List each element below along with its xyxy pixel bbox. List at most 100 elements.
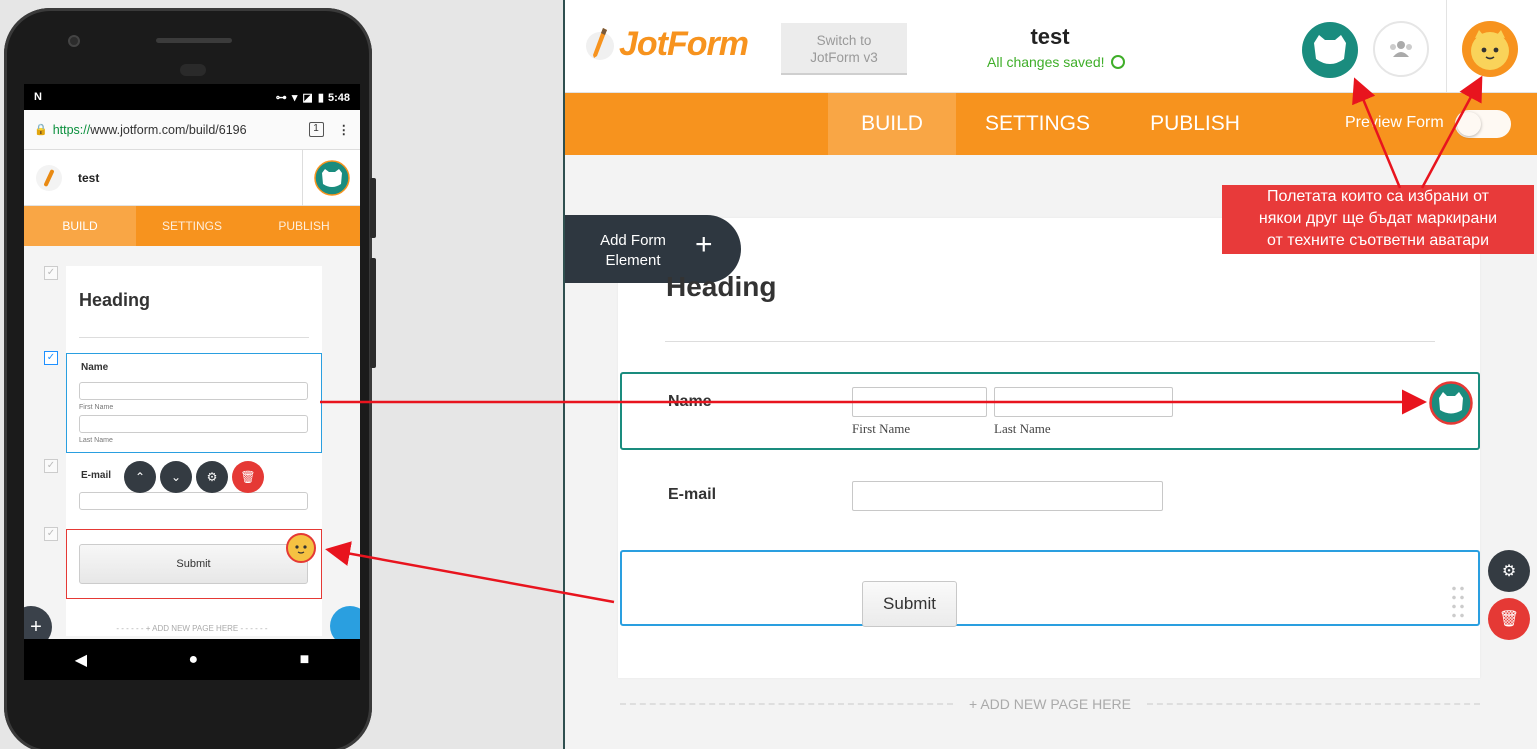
gear-icon[interactable]: ⚙: [196, 461, 228, 493]
select-checkbox[interactable]: ✓: [44, 527, 58, 541]
back-icon[interactable]: ◀: [75, 650, 87, 670]
phone-sensor: [180, 64, 206, 76]
last-name-sublabel: Last Name: [994, 421, 1051, 436]
email-input[interactable]: [79, 492, 308, 510]
users-icon-glyph: [1390, 41, 1412, 57]
mobile-heading[interactable]: Heading: [79, 290, 150, 311]
cat-avatar-icon-yellow[interactable]: [286, 533, 316, 563]
tab-publish[interactable]: PUBLISH: [1125, 93, 1265, 155]
tab-settings[interactable]: SETTINGS: [136, 206, 248, 246]
heading-divider: [79, 337, 309, 338]
preview-form-toggle[interactable]: [1455, 110, 1511, 138]
form-title[interactable]: test: [985, 24, 1115, 50]
dashed-line: [1146, 703, 1481, 705]
switch-version-button[interactable]: Switch to JotForm v3: [781, 23, 907, 75]
heading-divider: [665, 341, 1435, 342]
email-label: E-mail: [81, 470, 112, 481]
status-bar: N ⊶ ▾ ◪ ▮ 5:48: [24, 84, 360, 110]
save-status: All changes saved!: [987, 54, 1125, 70]
status-time: 5:48: [327, 91, 350, 104]
gear-icon[interactable]: ⚙: [1488, 550, 1530, 592]
browser-url-bar[interactable]: 🔒 https://www.jotform.com/build/6196 1 ⋮: [24, 110, 360, 150]
phone-speaker: [156, 38, 232, 43]
trash-icon[interactable]: 🗑: [1488, 598, 1530, 640]
users-icon[interactable]: [1373, 21, 1429, 77]
phone-power-button: [370, 178, 376, 238]
submit-field[interactable]: Submit: [620, 550, 1480, 627]
pencil-logo-icon: [586, 28, 614, 60]
cat-avatar-icon-teal[interactable]: [1429, 381, 1473, 425]
last-name-sublabel: Last Name: [79, 437, 113, 444]
first-name-sublabel: First Name: [79, 404, 114, 411]
email-label: E-mail: [668, 486, 717, 503]
switch-line-1: Switch to: [816, 33, 872, 48]
select-checkbox[interactable]: ✓: [44, 459, 58, 473]
drag-handle-icon[interactable]: [1450, 584, 1466, 620]
tab-count-button[interactable]: 1: [308, 122, 324, 137]
last-name-input[interactable]: [79, 415, 308, 433]
select-checkbox[interactable]: ✓: [44, 351, 58, 365]
add-element-line-2: Element: [605, 252, 661, 269]
recent-apps-icon[interactable]: ■: [300, 651, 310, 669]
mobile-builder-header: test: [24, 150, 360, 206]
add-new-page-label: + ADD NEW PAGE HERE: [969, 696, 1131, 712]
mobile-form-area: ✓ Heading ✓ Name First Name Last Name ✓ …: [24, 246, 360, 648]
tab-publish[interactable]: PUBLISH: [248, 206, 360, 246]
mobile-nav-tabs: BUILD SETTINGS PUBLISH: [24, 206, 360, 246]
move-up-button[interactable]: ⌃: [124, 461, 156, 493]
phone-volume-button: [370, 258, 376, 368]
lock-icon: 🔒: [34, 124, 48, 136]
form-heading[interactable]: Heading: [666, 271, 776, 303]
carrier-icon: N: [34, 91, 42, 103]
builder-nav-bar: BUILD SETTINGS PUBLISH Preview Form: [565, 93, 1537, 155]
switch-line-2: JotForm v3: [810, 50, 878, 65]
mobile-submit-field[interactable]: Submit: [66, 529, 322, 599]
email-input[interactable]: [852, 481, 1163, 511]
cat-avatar-icon-yellow[interactable]: [1461, 20, 1519, 78]
mobile-form-title: test: [78, 170, 100, 185]
home-icon[interactable]: ●: [188, 651, 198, 669]
tab-settings[interactable]: SETTINGS: [965, 93, 1110, 155]
save-status-text: All changes saved!: [987, 54, 1105, 70]
phone-screen: N ⊶ ▾ ◪ ▮ 5:48 🔒 https://www.jotform.com…: [24, 84, 360, 680]
name-label: Name: [81, 362, 109, 373]
status-icons: ⊶ ▾ ◪ ▮: [275, 91, 325, 104]
android-phone: N ⊶ ▾ ◪ ▮ 5:48 🔒 https://www.jotform.com…: [4, 8, 376, 749]
first-name-sublabel: First Name: [852, 421, 911, 436]
builder-top-bar: JotForm Switch to JotForm v3 test All ch…: [565, 0, 1537, 93]
mobile-name-field[interactable]: Name First Name Last Name: [66, 353, 322, 453]
annotation-callout: Полетата които са избрани от някои друг …: [1222, 185, 1534, 254]
preview-form-label: Preview Form: [1345, 114, 1444, 131]
jotform-logo[interactable]: JotForm: [585, 24, 749, 64]
annotation-line: някои друг ще бъдат маркирани: [1258, 210, 1498, 227]
annotation-line: Полетата които са избрани от: [1267, 188, 1489, 205]
plus-icon: +: [695, 228, 713, 261]
submit-button[interactable]: Submit: [79, 544, 308, 584]
first-name-input[interactable]: [852, 387, 987, 417]
first-name-input[interactable]: [79, 382, 308, 400]
last-name-input[interactable]: [994, 387, 1173, 417]
phone-camera: [68, 35, 80, 47]
trash-icon[interactable]: 🗑: [232, 461, 264, 493]
android-nav-bar: ◀ ● ■: [24, 639, 360, 680]
url-text[interactable]: https://www.jotform.com/build/6196: [53, 123, 301, 137]
select-checkbox[interactable]: ✓: [44, 266, 58, 280]
tab-build[interactable]: BUILD: [24, 206, 136, 246]
history-icon[interactable]: [1110, 55, 1125, 69]
top-bar-divider: [1446, 0, 1447, 93]
jotform-logo-icon[interactable]: [36, 164, 62, 191]
dashed-line: [620, 703, 954, 705]
tab-build[interactable]: BUILD: [828, 93, 956, 155]
annotation-line: от техните съответни аватари: [1266, 232, 1490, 249]
header-divider: [302, 150, 303, 206]
add-element-line-1: Add Form: [600, 232, 666, 249]
browser-menu-icon[interactable]: ⋮: [338, 122, 351, 137]
submit-button[interactable]: Submit: [862, 581, 957, 627]
cat-avatar-icon-teal[interactable]: [1301, 21, 1359, 79]
logo-text: JotForm: [619, 24, 749, 63]
name-label: Name: [668, 393, 712, 410]
cat-avatar-icon-teal[interactable]: [314, 160, 350, 196]
add-new-page[interactable]: + ADD NEW PAGE HERE: [620, 694, 1481, 714]
move-down-button[interactable]: ⌄: [160, 461, 192, 493]
add-new-page[interactable]: - - - - - - + ADD NEW PAGE HERE - - - - …: [24, 624, 360, 633]
